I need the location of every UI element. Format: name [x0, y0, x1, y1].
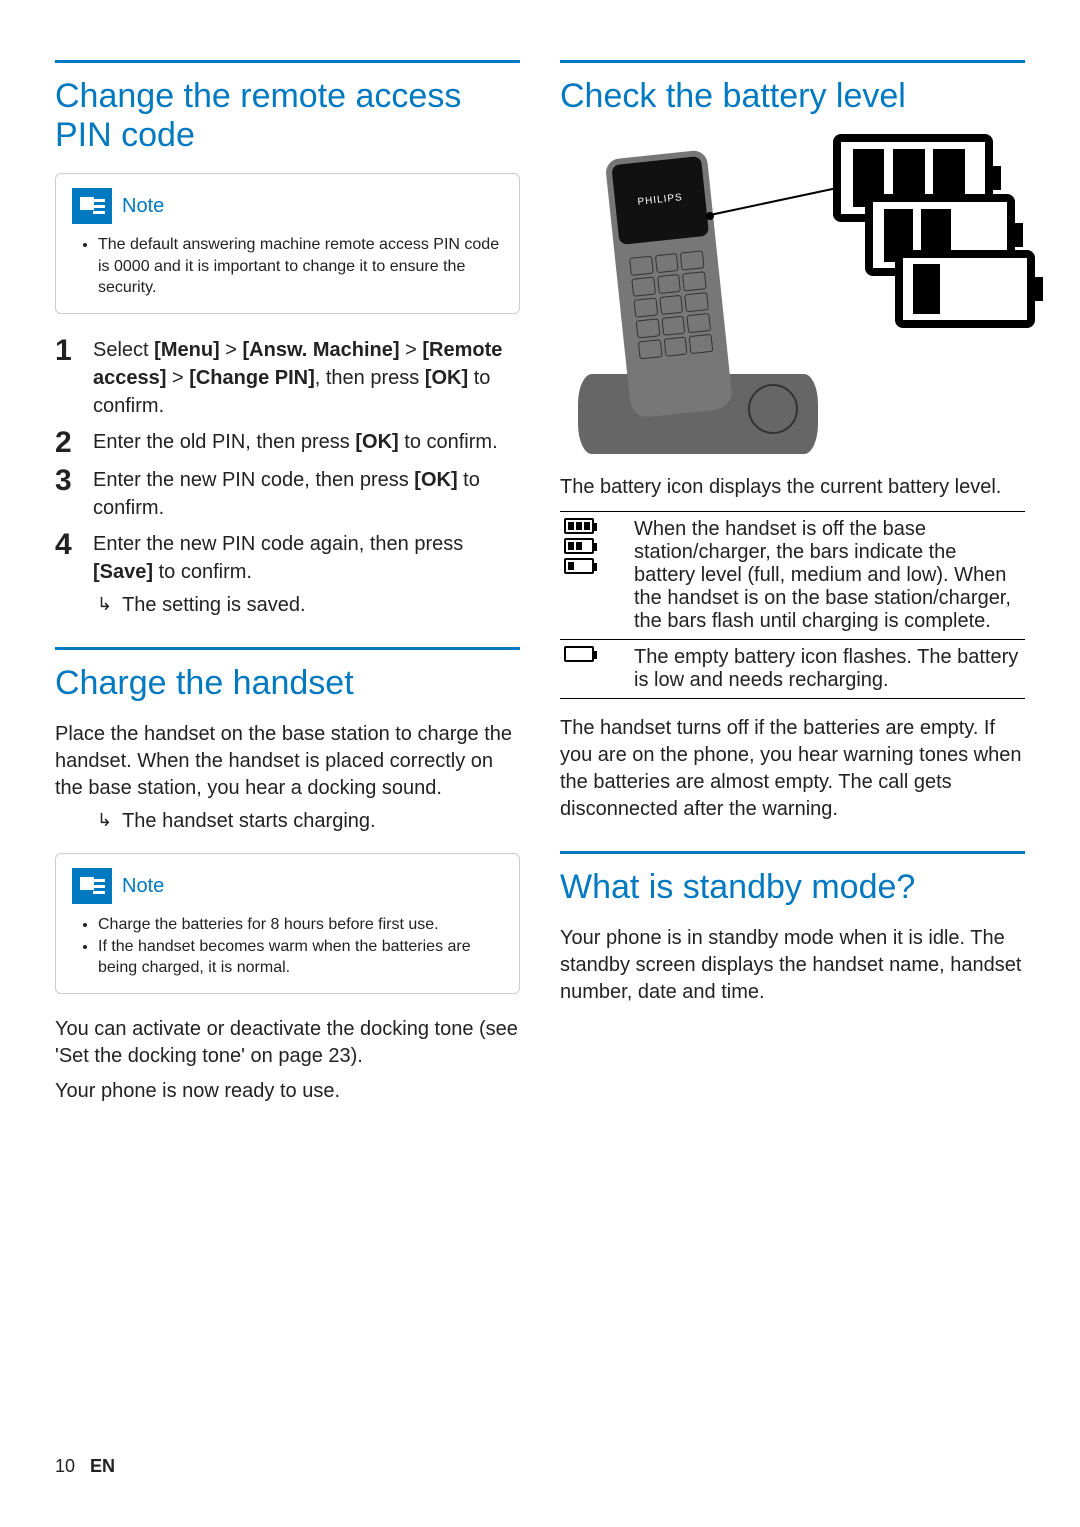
steps-list: 1 Select [Menu] > [Answ. Machine] > [Rem…: [55, 336, 520, 617]
section-charge-handset: Charge the handset Place the handset on …: [55, 647, 520, 1113]
section-rule: [55, 647, 520, 650]
menu-key: [Menu]: [154, 339, 220, 361]
section-title: Charge the handset: [55, 664, 520, 703]
table-row: When the handset is off the base station…: [560, 512, 1025, 640]
sep: >: [220, 339, 243, 361]
note-header: Note: [72, 868, 503, 904]
note-label: Note: [122, 195, 164, 218]
battery-zoom: [795, 134, 1025, 334]
paragraph: The handset turns off if the batteries a…: [560, 715, 1025, 823]
step-result: ↳ The setting is saved.: [55, 594, 520, 617]
battery-desc: When the handset is off the base station…: [630, 512, 1025, 640]
page-language: EN: [90, 1456, 115, 1476]
step-4: 4 Enter the new PIN code again, then pre…: [55, 530, 520, 586]
battery-icons-cell: [560, 512, 630, 640]
battery-desc: The empty battery icon flashes. The batt…: [630, 640, 1025, 699]
result-text: The setting is saved.: [122, 594, 305, 617]
menu-key: [OK]: [414, 469, 457, 491]
step-number: 3: [55, 466, 79, 522]
step-body: Enter the new PIN code, then press [OK] …: [93, 466, 520, 522]
note-box: Note Charge the batteries for 8 hours be…: [55, 853, 520, 994]
result-arrow-icon: ↳: [97, 810, 112, 833]
phone-illustration: PHILIPS: [578, 154, 778, 454]
section-change-pin: Change the remote access PIN code Note T…: [55, 60, 520, 647]
paragraph: Your phone is now ready to use.: [55, 1078, 520, 1105]
keypad: [629, 250, 713, 359]
menu-key: [OK]: [355, 431, 398, 453]
step-2: 2 Enter the old PIN, then press [OK] to …: [55, 428, 520, 458]
paragraph: You can activate or deactivate the docki…: [55, 1016, 520, 1070]
section-title: What is standby mode?: [560, 868, 1025, 907]
left-column: Change the remote access PIN code Note T…: [55, 60, 520, 1113]
page-footer: 10 EN: [55, 1456, 115, 1477]
battery-low-icon: [895, 250, 1035, 328]
brand-label: PHILIPS: [609, 189, 712, 211]
paragraph: Your phone is in standby mode when it is…: [560, 925, 1025, 1006]
battery-medium-icon: [564, 538, 594, 554]
step-body: Select [Menu] > [Answ. Machine] > [Remot…: [93, 336, 520, 420]
step-text: Enter the new PIN code, then press: [93, 469, 414, 491]
result-arrow-icon: ↳: [97, 594, 112, 617]
note-list: Charge the batteries for 8 hours before …: [72, 914, 503, 979]
table-row: The empty battery icon flashes. The batt…: [560, 640, 1025, 699]
step-body: Enter the old PIN, then press [OK] to co…: [93, 428, 520, 458]
section-battery-level: Check the battery level PHILIPS: [560, 60, 1025, 851]
note-list: The default answering machine remote acc…: [72, 234, 503, 299]
sep: >: [400, 339, 423, 361]
page: Change the remote access PIN code Note T…: [0, 0, 1080, 1133]
step-number: 2: [55, 428, 79, 458]
menu-key: [OK]: [425, 367, 468, 389]
menu-key: [Change PIN]: [189, 367, 315, 389]
menu-key: [Save]: [93, 561, 153, 583]
section-rule: [560, 60, 1025, 63]
menu-key: [Answ. Machine]: [243, 339, 400, 361]
note-icon: [72, 868, 112, 904]
battery-icons-cell: [560, 640, 630, 699]
step-text: Select: [93, 339, 154, 361]
sep: >: [166, 367, 189, 389]
paragraph: Place the handset on the base station to…: [55, 721, 520, 802]
step-number: 1: [55, 336, 79, 420]
section-rule: [560, 851, 1025, 854]
battery-empty-icon: [564, 646, 594, 662]
battery-full-icon: [564, 518, 594, 534]
section-standby-mode: What is standby mode? Your phone is in s…: [560, 851, 1025, 1014]
note-item: Charge the batteries for 8 hours before …: [98, 914, 503, 936]
battery-illustration: PHILIPS: [560, 134, 1025, 454]
step-number: 4: [55, 530, 79, 586]
note-label: Note: [122, 875, 164, 898]
note-box: Note The default answering machine remot…: [55, 173, 520, 314]
battery-table: When the handset is off the base station…: [560, 511, 1025, 699]
paragraph: The battery icon displays the current ba…: [560, 474, 1025, 501]
note-item: If the handset becomes warm when the bat…: [98, 936, 503, 979]
page-number: 10: [55, 1456, 75, 1476]
step-text: , then press: [315, 367, 425, 389]
step-text: Enter the old PIN, then press: [93, 431, 355, 453]
step-body: Enter the new PIN code again, then press…: [93, 530, 520, 586]
step-text: to confirm.: [399, 431, 498, 453]
section-title: Change the remote access PIN code: [55, 77, 520, 155]
result-text: The handset starts charging.: [122, 810, 375, 833]
step-result: ↳ The handset starts charging.: [55, 810, 520, 833]
step-1: 1 Select [Menu] > [Answ. Machine] > [Rem…: [55, 336, 520, 420]
note-item: The default answering machine remote acc…: [98, 234, 503, 299]
section-rule: [55, 60, 520, 63]
section-title: Check the battery level: [560, 77, 1025, 116]
step-3: 3 Enter the new PIN code, then press [OK…: [55, 466, 520, 522]
note-header: Note: [72, 188, 503, 224]
step-text: to confirm.: [153, 561, 252, 583]
note-icon: [72, 188, 112, 224]
step-text: Enter the new PIN code again, then press: [93, 533, 463, 555]
right-column: Check the battery level PHILIPS: [560, 60, 1025, 1113]
battery-low-icon: [564, 558, 594, 574]
